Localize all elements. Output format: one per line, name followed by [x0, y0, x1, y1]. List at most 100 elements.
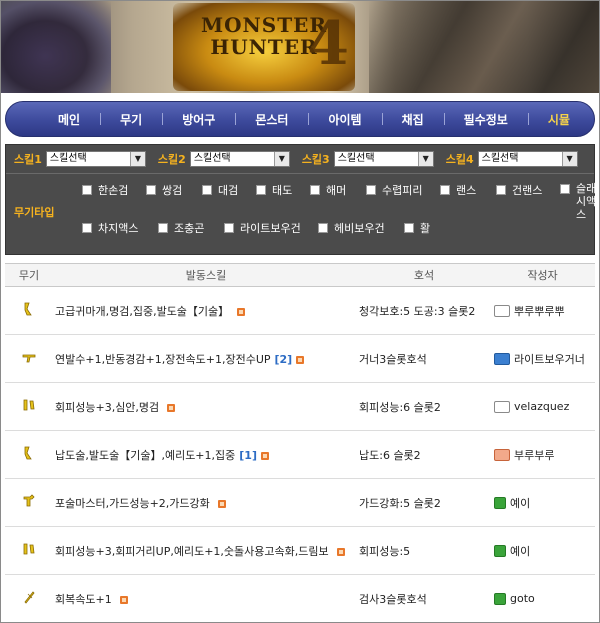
col-charm-header[interactable]: 호석: [358, 263, 490, 287]
table-row[interactable]: 고급귀마개,명검,집중,발도술【기술】 청각보호:5 도공:3 슬롯2 뿌루뿌루…: [5, 286, 595, 335]
checkbox[interactable]: [202, 185, 212, 195]
checkbox[interactable]: [404, 223, 414, 233]
checkbox[interactable]: [440, 185, 450, 195]
weapon-type-option[interactable]: 건랜스: [496, 182, 542, 198]
results-table: 무기 발동스킬 호석 작성자 고급귀마개,명검,집중,발도술【기술】 청각보호:…: [5, 263, 595, 622]
author-badge-icon: [494, 304, 510, 317]
skill2-select[interactable]: 스킬선택 ▼: [189, 151, 290, 167]
game-logo[interactable]: MONSTER HUNTER 4: [173, 3, 355, 91]
weapon-type-option[interactable]: 라이트보우건: [224, 220, 301, 236]
charm-cell: 청각보호:5 도공:3 슬롯2: [358, 286, 490, 335]
author[interactable]: 부루부루: [494, 447, 594, 463]
banner-hunter-art: [369, 1, 599, 93]
author[interactable]: velazquez: [494, 400, 594, 413]
nav-item-weapons[interactable]: 무기: [100, 111, 162, 128]
col-author-header[interactable]: 작성자: [490, 263, 595, 287]
checkbox[interactable]: [366, 185, 376, 195]
table-row[interactable]: 회복속도+1 검사3슬롯호석 goto: [5, 574, 595, 622]
table-row[interactable]: 연발수+1,반동경감+1,장전속도+1,장전수UP [2] 거너3슬롯호석 라이트…: [5, 334, 595, 383]
comment-count: [2]: [274, 352, 293, 366]
nav-item-main[interactable]: 메인: [38, 111, 100, 128]
gunlance-icon: [22, 494, 36, 508]
nav-item-armor[interactable]: 방어구: [162, 111, 235, 128]
nav-item-monsters[interactable]: 몬스터: [235, 111, 308, 128]
weapon-type-option[interactable]: 대검: [202, 182, 238, 198]
weapon-type-option[interactable]: 태도: [256, 182, 292, 198]
logo-number: 4: [307, 9, 349, 79]
chevron-down-icon: ▼: [129, 152, 145, 166]
comment-count: [1]: [239, 448, 257, 462]
banner-monster-art: [1, 1, 111, 93]
table-row[interactable]: 회피성능+3,심안,명검 회피성능:6 슬롯2 velazquez: [5, 382, 595, 431]
checkbox[interactable]: [496, 185, 506, 195]
skills-link[interactable]: 회피성능+3,심안,명검: [55, 401, 159, 414]
checkbox[interactable]: [82, 223, 92, 233]
skills-link[interactable]: 회복속도+1: [55, 593, 112, 606]
author[interactable]: 예이: [494, 495, 594, 511]
chevron-down-icon: ▼: [273, 152, 289, 166]
checkbox[interactable]: [256, 185, 266, 195]
chevron-down-icon: ▼: [417, 152, 433, 166]
weapon-type-option[interactable]: 활: [404, 220, 430, 236]
skill2-label: 스킬2: [157, 153, 186, 166]
author-badge-icon: [494, 544, 506, 557]
nav-item-simulator[interactable]: 시뮬: [527, 111, 590, 128]
checkbox[interactable]: [224, 223, 234, 233]
author[interactable]: 뿌루뿌루뿌: [494, 303, 594, 319]
col-skills-header[interactable]: 발동스킬: [53, 263, 358, 287]
checkbox[interactable]: [146, 185, 156, 195]
weapon-type-label: 무기타입: [14, 206, 55, 219]
weapon-type-option[interactable]: 랜스: [440, 182, 476, 198]
sword-icon: [22, 446, 36, 460]
author[interactable]: goto: [494, 592, 594, 605]
skill3-select[interactable]: 스킬선택 ▼: [333, 151, 434, 167]
weapon-type-option[interactable]: 헤비보우건: [318, 220, 385, 236]
charm-cell: 회피성능:6 슬롯2: [358, 382, 490, 431]
main-nav: 메인 무기 방어구 몬스터 아이템 채집 필수정보 시뮬: [5, 101, 595, 137]
skill-filter-row: 스킬1 스킬선택 ▼ 스킬2 스킬선택 ▼ 스킬3 스킬선택 ▼ 스킬4 스킬선택 ▼: [6, 145, 594, 174]
nav-item-essentials[interactable]: 필수정보: [443, 111, 528, 128]
sword-icon: [22, 302, 36, 316]
checkbox[interactable]: [158, 223, 168, 233]
checkbox[interactable]: [82, 185, 92, 195]
skills-link[interactable]: 고급귀마개,명검,집중,발도술【기술】: [55, 305, 229, 318]
skills-link[interactable]: 회피성능+3,회피거리UP,예리도+1,숫돌사용고속화,드림보: [55, 545, 329, 558]
table-header-row: 무기 발동스킬 호석 작성자: [5, 263, 595, 287]
weapon-type-option[interactable]: 해머: [310, 182, 346, 198]
skills-link[interactable]: 납도술,발도술【기술】,예리도+1,집중: [55, 449, 235, 462]
weapon-type-option[interactable]: 슬래시액스: [560, 182, 599, 221]
charm-cell: 회피성능:5: [358, 526, 490, 575]
skills-link[interactable]: 연발수+1,반동경감+1,장전속도+1,장전수UP: [55, 353, 271, 366]
col-weapon-header[interactable]: 무기: [5, 263, 53, 287]
table-row[interactable]: 회피성능+3,회피거리UP,예리도+1,숫돌사용고속화,드림보 회피성능:5 예…: [5, 526, 595, 575]
checkbox[interactable]: [310, 185, 320, 195]
new-icon: [217, 499, 226, 508]
nav-item-items[interactable]: 아이템: [308, 111, 381, 128]
skill1-select[interactable]: 스킬선택 ▼: [45, 151, 146, 167]
weapon-type-option[interactable]: 조충곤: [158, 220, 204, 236]
charm-cell: 거너3슬롯호석: [358, 334, 490, 383]
checkbox[interactable]: [560, 184, 570, 194]
checkbox[interactable]: [318, 223, 328, 233]
author-badge-icon: [494, 592, 506, 605]
new-icon: [336, 547, 345, 556]
weapon-type-option[interactable]: 한손검: [82, 182, 128, 198]
new-icon: [296, 355, 305, 364]
filter-panel: 스킬1 스킬선택 ▼ 스킬2 스킬선택 ▼ 스킬3 스킬선택 ▼ 스킬4 스킬선택 ▼ …: [5, 144, 596, 255]
table-row[interactable]: 납도술,발도술【기술】,예리도+1,집중 [1] 납도:6 슬롯2 부루부루: [5, 430, 595, 479]
nav-item-gathering[interactable]: 채집: [381, 111, 444, 128]
charm-cell: 가드강화:5 슬롯2: [358, 478, 490, 527]
weapon-type-option[interactable]: 쌍검: [146, 182, 182, 198]
author[interactable]: 예이: [494, 543, 594, 559]
weapon-type-option[interactable]: 차지액스: [82, 220, 138, 236]
weapon-type-option[interactable]: 수렵피리: [366, 182, 422, 198]
skills-link[interactable]: 포술마스터,가드성능+2,가드강화: [55, 497, 210, 510]
skill4-select[interactable]: 스킬선택 ▼: [477, 151, 578, 167]
page: MONSTER HUNTER 4 메인 무기 방어구 몬스터 아이템 채집 필수…: [0, 0, 600, 623]
header-banner: MONSTER HUNTER 4: [1, 1, 599, 93]
table-row[interactable]: 포술마스터,가드성능+2,가드강화 가드강화:5 슬롯2 예이: [5, 478, 595, 527]
author[interactable]: 라이트보우거너: [494, 351, 594, 367]
dual-blades-icon: [22, 398, 36, 412]
chevron-down-icon: ▼: [561, 152, 577, 166]
skill3-label: 스킬3: [301, 153, 330, 166]
